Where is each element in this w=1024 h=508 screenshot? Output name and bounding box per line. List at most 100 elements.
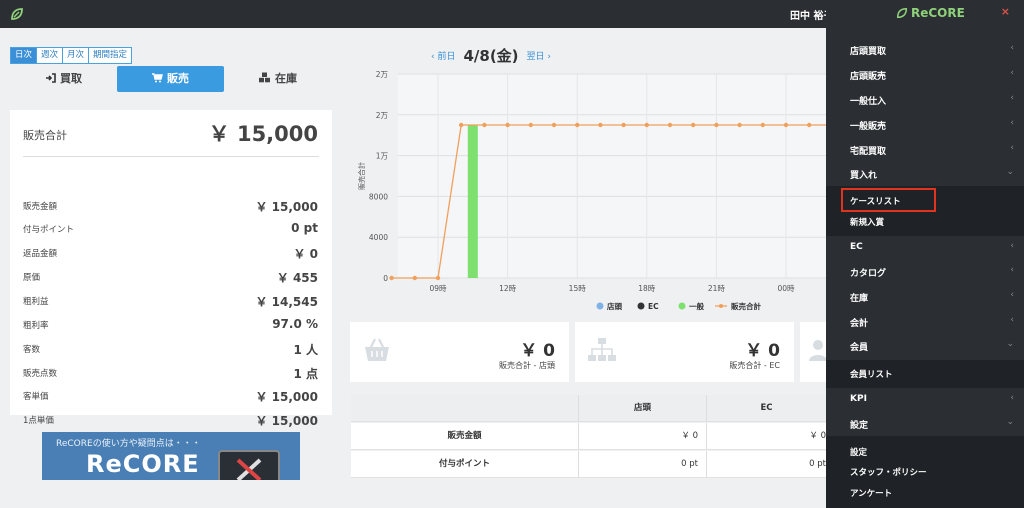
sidebar-item-accounting[interactable]: 会計 ‹ — [826, 310, 1024, 334]
tab-sales[interactable]: 販売 — [117, 66, 224, 92]
close-icon[interactable]: × — [1001, 5, 1010, 18]
prev-day-link[interactable]: ‹ 前日 — [431, 49, 455, 62]
summary-row-label: 販売金額 — [23, 202, 58, 212]
wrench-icon — [218, 450, 280, 480]
table-cell: 0 pt — [578, 451, 706, 478]
sidebar-item-settings[interactable]: 設定 ⌄ — [826, 412, 1024, 436]
sidebar-subitem-member-list[interactable]: 会員リスト — [850, 368, 893, 380]
sidebar-item-label: カタログ — [850, 269, 887, 279]
summary-row-label: 粗利益 — [23, 297, 49, 307]
sidebar-item-delivery-purchase[interactable]: 宅配買取 ‹ — [826, 138, 1024, 162]
x-tick-label: 09時 — [429, 284, 447, 293]
tab-stock[interactable]: 在庫 — [224, 66, 331, 92]
sidebar-subitem-settings[interactable]: 設定 — [850, 446, 867, 458]
series-point — [459, 122, 464, 128]
legend-label: 一般 — [689, 301, 704, 311]
summary-row-value: 1 点 — [293, 367, 318, 381]
leaf-logo-icon — [896, 7, 908, 19]
sidebar-subitem-survey[interactable]: アンケート — [850, 487, 892, 499]
users-icon — [808, 337, 828, 367]
table-cell: ￥ 0 — [578, 423, 706, 450]
table-row: 付与ポイント 0 pt 0 pt — [351, 451, 826, 478]
tab-purchase[interactable]: 買取 — [10, 66, 117, 92]
y-tick-label: 2万 — [376, 111, 389, 120]
boxes-icon — [259, 72, 270, 83]
table-row-label: 付与ポイント — [438, 459, 490, 469]
current-date: 4/8(金) — [463, 47, 519, 65]
help-banner[interactable]: ReCOREの使い方や疑問点は・・・ ReCORE — [42, 432, 300, 480]
summary-row: 客単価 ￥ 15,000 — [23, 386, 318, 406]
series-point — [691, 122, 696, 128]
sidebar-item-label: 在庫 — [850, 294, 869, 304]
sidebar-submenu-settings: 設定 スタッフ・ポリシー アンケート — [826, 436, 1024, 508]
series-point — [714, 122, 719, 128]
sidebar-item-label: 会員 — [850, 343, 869, 353]
card-ec-label: 販売合計 - EC — [729, 361, 780, 370]
next-day-link[interactable]: 翌日 › — [527, 49, 551, 62]
chevron-left-icon: ‹ — [1010, 290, 1014, 300]
legend-marker — [637, 302, 645, 310]
summary-total-label: 販売合計 — [23, 129, 67, 142]
series-point — [667, 122, 673, 128]
sidebar-item-store-purchase[interactable]: 店頭買取 ‹ — [826, 38, 1024, 62]
card-ec-value: ￥ 0 — [745, 341, 780, 361]
series-point — [505, 122, 510, 128]
period-monthly-button[interactable]: 月次 — [62, 47, 90, 64]
chevron-left-icon: ‹ — [1010, 315, 1014, 325]
table-row: 販売金額 ￥ 0 ￥ 0 — [351, 423, 826, 450]
summary-row-label: 客数 — [23, 345, 41, 355]
period-selector: 日次 週次 月次 期間指定 — [10, 47, 133, 64]
summary-row: 粗利益 ￥ 14,545 — [23, 291, 318, 311]
table-header-row: 店頭 EC — [351, 395, 826, 422]
sidebar-subitem-new-entry[interactable]: 新規入賞 — [850, 216, 884, 228]
sidebar-item-label: 一般販売 — [850, 122, 887, 132]
chevron-down-icon: ⌄ — [1006, 339, 1014, 349]
sidebar-item-members[interactable]: 会員 ⌄ — [826, 334, 1024, 358]
sidebar-item-label: 店頭販売 — [850, 72, 887, 82]
summary-row: 販売点数 1 点 — [23, 363, 318, 383]
sales-summary-panel: 販売合計 ￥ 15,000 販売金額 ￥ 15,000 付与ポイント 0 pt 返品… — [10, 110, 332, 428]
card-ec: ￥ 0 販売合計 - EC — [575, 322, 794, 382]
sidebar-item-label: KPI — [850, 394, 867, 404]
sidebar-item-general-stock-in[interactable]: 一般仕入 ‹ — [826, 88, 1024, 112]
y-axis-label: 販売合計 — [357, 162, 366, 190]
sidebar-item-buy-in[interactable]: 買入れ ⌄ — [826, 162, 1024, 186]
series-point — [621, 122, 626, 128]
sidebar-item-kpi[interactable]: KPI ‹ — [826, 388, 1024, 412]
y-tick-label: 1万 — [376, 152, 389, 161]
period-weekly-button[interactable]: 週次 — [36, 47, 64, 64]
summary-row-label: 客単価 — [23, 392, 49, 402]
summary-row: 粗利率 97.0 % — [23, 315, 318, 335]
series-point — [737, 122, 742, 128]
sidebar-item-general-sales[interactable]: 一般販売 ‹ — [826, 113, 1024, 137]
series-point — [551, 122, 557, 128]
sitemap-icon — [587, 337, 617, 367]
leaf-logo-icon[interactable] — [10, 6, 24, 25]
tab-purchase-label: 買取 — [60, 72, 82, 85]
chevron-left-icon: ‹ — [1010, 143, 1014, 153]
period-range-button[interactable]: 期間指定 — [88, 47, 133, 64]
sidebar-subitem-staff-policy[interactable]: スタッフ・ポリシー — [850, 466, 927, 478]
table-cell: ￥ 0 — [706, 423, 826, 450]
x-tick-label: 15時 — [569, 284, 587, 293]
sales-chart: 0400080001万2万2万09時 12時 15時 18時 21時 00時販売合計店頭 E… — [357, 70, 826, 311]
sidebar-item-store-sales[interactable]: 店頭販売 ‹ — [826, 63, 1024, 87]
summary-row-label: 粗利率 — [23, 321, 49, 331]
chevron-down-icon: ⌄ — [1006, 417, 1014, 427]
summary-row: 原価 ￥ 455 — [23, 267, 318, 287]
summary-row: 1点単価 ￥ 15,000 — [23, 410, 318, 430]
highlight-box — [841, 188, 936, 212]
sidebar-item-ec[interactable]: EC ‹ — [826, 236, 1024, 260]
summary-row-value: ￥ 455 — [276, 271, 318, 285]
sidebar-item-catalog[interactable]: カタログ ‹ — [826, 260, 1024, 284]
sidebar-item-label: 一般仕入 — [850, 97, 887, 107]
chevron-left-icon: ‹ — [1010, 43, 1014, 53]
sidebar-item-stock[interactable]: 在庫 ‹ — [826, 285, 1024, 309]
y-tick-label: 8000 — [369, 192, 388, 201]
date-navigation: ‹ 前日 4/8(金) 翌日 › — [431, 45, 551, 66]
summary-row-value: ￥ 15,000 — [255, 414, 319, 428]
summary-row-label: 1点単価 — [23, 416, 54, 426]
series-point — [644, 122, 649, 128]
period-daily-button[interactable]: 日次 — [10, 47, 38, 64]
table-row-label: 販売金額 — [447, 431, 482, 441]
